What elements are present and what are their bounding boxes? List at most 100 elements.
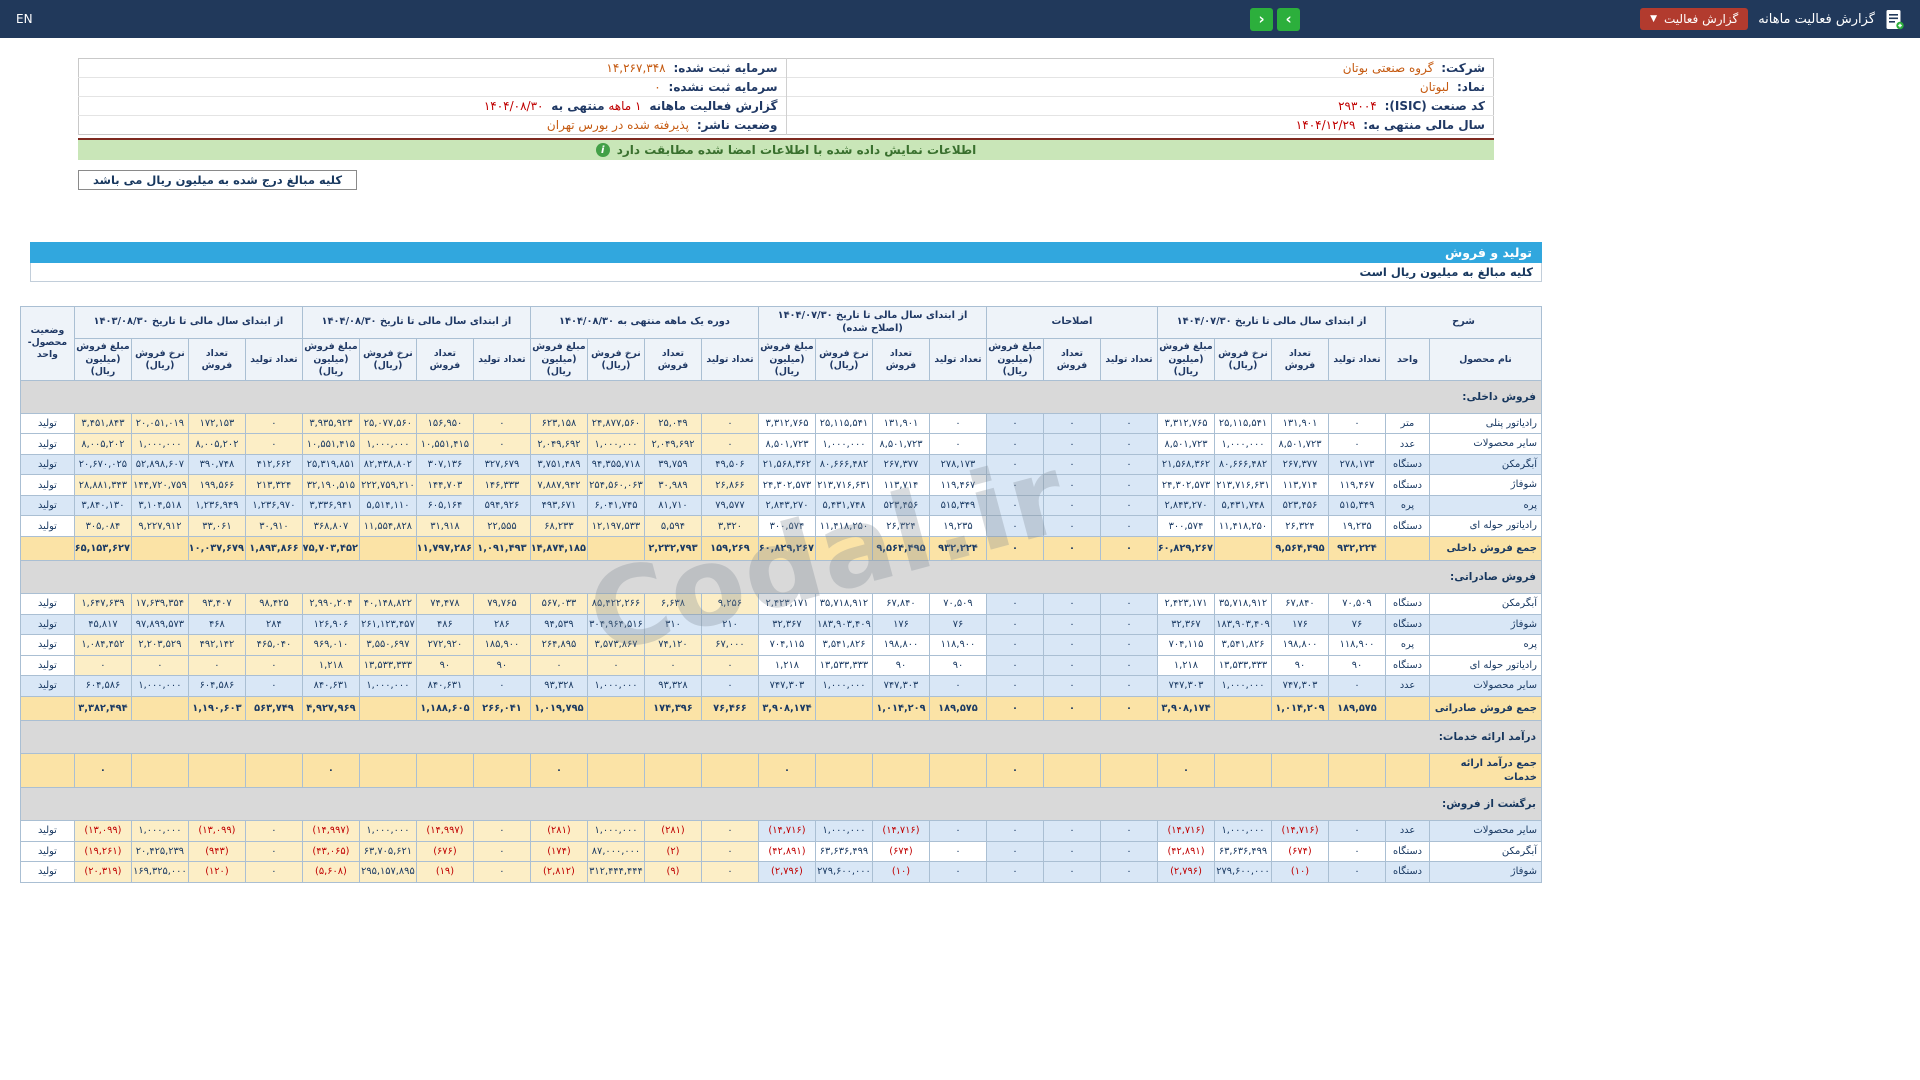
value-cell: ۳,۹۰۸,۱۷۴ bbox=[1156, 695, 1215, 721]
value-cell: ۶۰۴,۵۸۶ bbox=[187, 675, 246, 697]
value-cell: ۱,۰۱۹,۷۹۵ bbox=[529, 695, 588, 721]
product-name-cell: پره bbox=[1429, 634, 1542, 656]
value-cell bbox=[928, 753, 987, 789]
production-sales-table: شرح از ابتدای سال مالی تا تاریخ ۱۴۰۴/۰۷/۳… bbox=[19, 305, 1543, 883]
value-cell: ۰ bbox=[985, 593, 1044, 615]
value-cell bbox=[586, 535, 645, 562]
column-header: مبلغ فروش (میلیون ریال) bbox=[529, 338, 588, 381]
value-cell: ۱۹,۲۳۵ bbox=[1327, 515, 1386, 537]
value-cell: ۰ bbox=[529, 753, 588, 789]
next-report-button[interactable]: › bbox=[1277, 7, 1301, 31]
value-cell: ۱۸۳,۹۰۳,۴۰۹ bbox=[814, 613, 873, 636]
value-cell: ۳۳,۰۶۱ bbox=[187, 515, 246, 537]
value-cell: ۲۴,۸۷۷,۵۶۰ bbox=[586, 412, 645, 435]
value-cell: ۰ bbox=[1042, 820, 1101, 842]
isic-label: کد صنعت (ISIC): bbox=[1384, 99, 1485, 113]
value-cell: ۰ bbox=[700, 675, 759, 697]
value-cell: (۱۴,۷۱۶) bbox=[1270, 820, 1329, 842]
value-cell: ۲۶,۳۲۴ bbox=[1270, 515, 1329, 537]
value-cell: ۳۰۵,۰۸۴ bbox=[73, 515, 132, 537]
value-cell: ۰ bbox=[1099, 433, 1158, 455]
value-cell: ۷۴۷,۳۰۳ bbox=[871, 675, 930, 697]
value-cell: ۸,۵۰۱,۷۲۳ bbox=[757, 433, 816, 455]
status-cell: تولید bbox=[19, 515, 75, 537]
unit-cell: دستگاه bbox=[1384, 515, 1431, 537]
status-cell: تولید bbox=[19, 453, 75, 476]
value-cell: ۱۷۶ bbox=[1270, 613, 1329, 636]
symbol-link[interactable]: لبوتان bbox=[1420, 80, 1449, 94]
value-cell: (۲۸۱) bbox=[643, 820, 702, 842]
chevron-down-icon: ▼ bbox=[1650, 14, 1658, 24]
value-cell: ۰ bbox=[1042, 474, 1101, 496]
value-cell: ۲,۸۴۳,۲۷۰ bbox=[1156, 494, 1215, 517]
column-header: مبلغ فروش (میلیون ریال) bbox=[1156, 338, 1215, 381]
value-cell: (۴۲,۸۹۱) bbox=[757, 840, 816, 863]
value-cell: ۲,۲۰۳,۵۲۹ bbox=[130, 634, 189, 656]
status-cell: تولید bbox=[19, 654, 75, 677]
value-cell: (۱۴,۹۹۷) bbox=[415, 820, 474, 842]
header-column-row: نام محصول واحد تعداد تولید تعداد فروش نرخ فر… bbox=[20, 338, 1542, 381]
value-cell: ۲۵۴,۵۶۰,۰۶۳ bbox=[586, 474, 645, 496]
value-cell: ۹,۵۶۴,۴۹۵ bbox=[871, 535, 930, 562]
value-cell: ۰ bbox=[1099, 675, 1158, 697]
value-cell: ۱۲۶,۹۰۶ bbox=[301, 613, 360, 636]
value-cell: ۰ bbox=[1099, 840, 1158, 863]
value-cell bbox=[871, 753, 930, 789]
status-cell: تولید bbox=[19, 840, 75, 863]
value-cell: ۱,۰۰۰,۰۰۰ bbox=[814, 433, 873, 455]
product-name-cell: سایر محصولات bbox=[1429, 675, 1542, 697]
prev-report-button[interactable]: ‹ bbox=[1250, 7, 1274, 31]
report-nav-group: › ‹ bbox=[1250, 7, 1301, 31]
page-title: گزارش فعالیت ماهانه bbox=[1758, 11, 1875, 27]
column-header: نرخ فروش (ریال) bbox=[586, 338, 645, 381]
company-name-link[interactable]: گروه صنعتی بوتان bbox=[1343, 61, 1434, 75]
value-cell: ۰ bbox=[1042, 515, 1101, 537]
page-content: شرکت: گروه صنعتی بوتان سرمایه ثبت شده: ۱… bbox=[19, 38, 1543, 883]
value-cell: (۱۴,۹۹۷) bbox=[301, 820, 360, 842]
value-cell: ۰ bbox=[1042, 535, 1101, 562]
value-cell: ۷۴,۴۷۸ bbox=[415, 593, 474, 615]
value-cell: ۷,۸۸۷,۹۴۲ bbox=[529, 474, 588, 496]
value-cell bbox=[1042, 753, 1101, 789]
value-cell: ۲۷۸,۱۷۳ bbox=[928, 453, 987, 476]
value-cell: ۲۶۱,۱۲۳,۴۵۷ bbox=[358, 613, 417, 636]
value-cell: (۶۷۴) bbox=[1270, 840, 1329, 863]
value-cell bbox=[472, 753, 531, 789]
value-cell: (۱۳,۰۹۹) bbox=[73, 820, 132, 842]
report-type-button[interactable]: گزارش فعالیت ▼ bbox=[1640, 8, 1749, 30]
value-cell: ۶۰۴,۵۸۶ bbox=[73, 675, 132, 697]
unit-cell bbox=[1384, 535, 1431, 562]
value-cell: ۹۸,۴۲۵ bbox=[244, 593, 303, 615]
value-cell: ۲۶۴,۸۹۵ bbox=[529, 634, 588, 656]
value-cell: ۴۹۳,۶۷۱ bbox=[529, 494, 588, 517]
value-cell: ۲۷۸,۱۷۳ bbox=[1327, 453, 1386, 476]
value-cell: ۰ bbox=[472, 840, 531, 863]
value-cell: ۴۰,۱۴۸,۸۲۲ bbox=[358, 593, 417, 615]
value-cell: ۰ bbox=[985, 753, 1044, 789]
value-cell: ۰ bbox=[1156, 753, 1215, 789]
value-cell: ۰ bbox=[700, 840, 759, 863]
column-header: مبلغ فروش (میلیون ریال) bbox=[985, 338, 1044, 381]
value-cell: ۱۷,۶۳۹,۳۵۴ bbox=[130, 593, 189, 615]
table-row: رادیاتور حوله ای دستگاه ۱۹,۲۳۵ ۲۶,۳۲۴ ۱۱,۴۱۸… bbox=[19, 515, 1542, 537]
top-navbar: گزارش فعالیت ماهانه گزارش فعالیت ▼ › ‹ E… bbox=[0, 0, 1920, 38]
value-cell: ۱۸۹,۵۷۵ bbox=[1327, 695, 1386, 721]
group-header: از ابتدای سال مالی تا تاریخ ۱۴۰۴/۰۸/۳۰ bbox=[301, 305, 531, 340]
info-row: سال مالی منتهی به: ۱۴۰۴/۱۲/۲۹ وضعیت ناشر… bbox=[78, 115, 1494, 135]
value-cell: (۱۳,۰۹۹) bbox=[187, 820, 246, 842]
value-cell: ۲,۲۳۲,۷۹۳ bbox=[643, 535, 702, 562]
value-cell: ۰ bbox=[1042, 412, 1101, 435]
company-label: شرکت: bbox=[1441, 61, 1485, 75]
product-name-cell: شوفاژ bbox=[1429, 861, 1542, 883]
value-cell: ۱۵۹,۲۶۹ bbox=[700, 535, 759, 562]
value-cell: ۰ bbox=[472, 412, 531, 435]
value-cell: ۳,۱۰۴,۵۱۸ bbox=[130, 494, 189, 517]
value-cell: (۲,۸۱۲) bbox=[529, 861, 588, 883]
group-header: اصلاحات bbox=[985, 305, 1158, 340]
value-cell: ۴۹۲,۱۴۲ bbox=[187, 634, 246, 656]
value-cell: ۱۰,۰۳۷,۶۷۹ bbox=[187, 535, 246, 562]
value-cell: ۶۰۵,۱۶۴ bbox=[415, 494, 474, 517]
language-toggle[interactable]: EN bbox=[16, 12, 33, 26]
value-cell: ۸,۰۰۵,۲۰۲ bbox=[73, 433, 132, 455]
value-cell: ۰ bbox=[1327, 820, 1386, 842]
